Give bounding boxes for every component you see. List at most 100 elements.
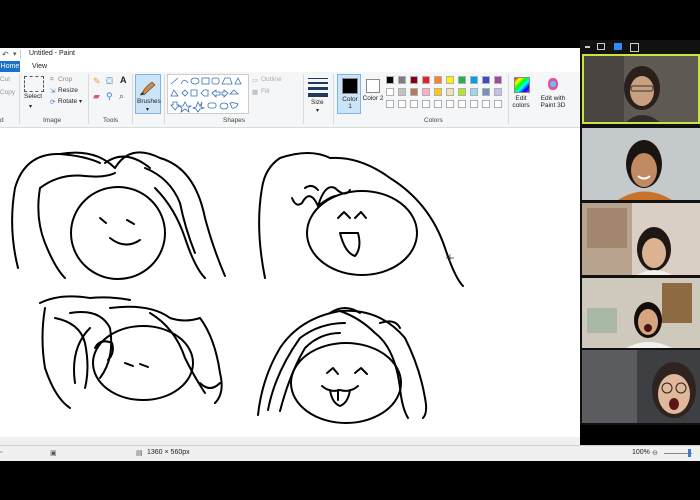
palette-empty-swatch[interactable] <box>410 100 418 108</box>
fill-bucket-icon[interactable]: ⛋ <box>106 76 113 87</box>
size-dropdown-icon: ▾ <box>316 108 320 114</box>
window-title: Untitled - Paint <box>29 50 75 57</box>
pencil-icon[interactable]: ✎ <box>93 76 101 87</box>
color2-swatch <box>366 79 380 93</box>
palette-swatch[interactable] <box>482 88 490 96</box>
separator <box>132 74 133 124</box>
palette-swatch[interactable] <box>446 76 454 84</box>
text-tool-icon[interactable]: A <box>120 75 127 85</box>
select-icon[interactable] <box>24 76 44 92</box>
separator <box>88 74 89 124</box>
palette-swatch[interactable] <box>458 88 466 96</box>
palette-swatch[interactable] <box>386 88 394 96</box>
edit-colors-label: Edit colors <box>512 95 530 109</box>
palette-empty-swatch[interactable] <box>398 100 406 108</box>
palette-swatch[interactable] <box>398 88 406 96</box>
palette-swatch[interactable] <box>482 76 490 84</box>
palette-swatch[interactable] <box>398 76 406 84</box>
ribbon-tabs: Home View <box>0 61 580 72</box>
color-palette <box>386 74 511 114</box>
palette-swatch[interactable] <box>434 76 442 84</box>
rotate-icon: ⟳ <box>50 99 56 106</box>
cut-button[interactable]: Cut <box>0 76 10 83</box>
fullscreen-icon[interactable] <box>630 43 639 52</box>
quick-access-dropdown-icon[interactable]: ▾ <box>13 50 17 58</box>
palette-empty-swatch[interactable] <box>470 100 478 108</box>
ribbon: Cut Copy d Select ▾ ⌗ Crop ⇲ Resize ⟳ Ro… <box>0 72 580 128</box>
video-tile-participant-2[interactable] <box>582 128 700 200</box>
size-button[interactable]: Size ▾ <box>308 76 328 116</box>
palette-swatch[interactable] <box>422 88 430 96</box>
rotate-dropdown-icon[interactable]: ▾ <box>79 98 82 105</box>
color1-button[interactable]: Color 1 <box>337 74 361 114</box>
edit-with-paint3d-button[interactable]: Edit with Paint 3D <box>536 74 570 114</box>
gallery-view-icon[interactable] <box>614 43 622 50</box>
color1-label: Color 1 <box>342 96 358 110</box>
magnifier-icon[interactable]: ⌕ <box>119 91 124 102</box>
color2-button[interactable]: Color 2 <box>362 74 384 114</box>
selection-size-icon: ▣ <box>50 450 57 457</box>
palette-swatch[interactable] <box>458 76 466 84</box>
palette-swatch[interactable] <box>422 76 430 84</box>
outline-icon: ▭ <box>252 77 259 84</box>
video-tile-participant-3[interactable] <box>582 203 700 275</box>
crop-icon: ⌗ <box>50 76 54 83</box>
sketch-face-3 <box>39 295 223 409</box>
size-label: Size <box>311 99 324 106</box>
separator <box>333 74 334 124</box>
shapes-gallery[interactable] <box>167 74 249 114</box>
palette-swatch[interactable] <box>434 88 442 96</box>
eraser-icon[interactable]: ▰ <box>93 91 100 102</box>
undo-icon[interactable]: ↶ <box>2 50 9 59</box>
shapes-gallery-icons <box>170 77 242 113</box>
color-picker-icon[interactable]: ⚲ <box>106 91 113 102</box>
palette-empty-swatch[interactable] <box>422 100 430 108</box>
copy-button[interactable]: Copy <box>0 89 15 96</box>
separator <box>508 74 509 124</box>
title-separator <box>20 50 21 59</box>
rotate-button[interactable]: Rotate <box>58 98 77 105</box>
tab-view[interactable]: View <box>32 61 47 72</box>
crop-button[interactable]: Crop <box>58 76 72 83</box>
resize-button[interactable]: Resize <box>58 87 78 94</box>
video-toolbar <box>580 40 700 54</box>
palette-swatch[interactable] <box>410 88 418 96</box>
brushes-button[interactable]: Brushes ▾ <box>135 74 161 114</box>
title-bar: ↶ ▾ Untitled - Paint <box>0 48 580 61</box>
palette-empty-swatch[interactable] <box>494 100 502 108</box>
color2-label: Color 2 <box>362 95 384 102</box>
speaker-view-icon[interactable] <box>597 43 605 50</box>
palette-empty-swatch[interactable] <box>446 100 454 108</box>
select-dropdown-icon[interactable]: ▾ <box>29 103 32 110</box>
video-tile-participant-1[interactable] <box>582 54 700 124</box>
zoom-out-icon[interactable]: ⊖ <box>652 449 658 457</box>
shapes-group-label: Shapes <box>223 117 246 124</box>
palette-swatch[interactable] <box>386 76 394 84</box>
video-tile-participant-4[interactable] <box>582 278 700 348</box>
separator <box>303 74 304 124</box>
brushes-label: Brushes <box>137 98 161 105</box>
minimize-icon[interactable] <box>585 46 590 48</box>
video-tile-participant-5[interactable] <box>582 350 700 423</box>
outline-button[interactable]: Outline <box>261 76 282 83</box>
palette-empty-swatch[interactable] <box>386 100 394 108</box>
edit-colors-button[interactable]: Edit colors <box>510 74 534 114</box>
select-button[interactable]: Select <box>24 93 42 100</box>
palette-swatch[interactable] <box>470 76 478 84</box>
palette-swatch[interactable] <box>494 76 502 84</box>
palette-swatch[interactable] <box>446 88 454 96</box>
brushes-dropdown-icon: ▾ <box>146 107 150 113</box>
palette-swatch[interactable] <box>410 76 418 84</box>
drawing-canvas[interactable] <box>0 128 580 446</box>
fill-button[interactable]: Fill <box>261 88 269 95</box>
tools-group-label: Tools <box>103 117 119 124</box>
palette-swatch[interactable] <box>494 88 502 96</box>
palette-empty-swatch[interactable] <box>434 100 442 108</box>
palette-empty-swatch[interactable] <box>482 100 490 108</box>
zoom-slider-thumb[interactable] <box>688 449 691 457</box>
tab-home[interactable]: Home <box>0 61 20 72</box>
canvas-dimensions: 1360 × 560px <box>147 449 190 456</box>
zoom-level: 100% <box>632 449 650 456</box>
palette-swatch[interactable] <box>470 88 478 96</box>
palette-empty-swatch[interactable] <box>458 100 466 108</box>
